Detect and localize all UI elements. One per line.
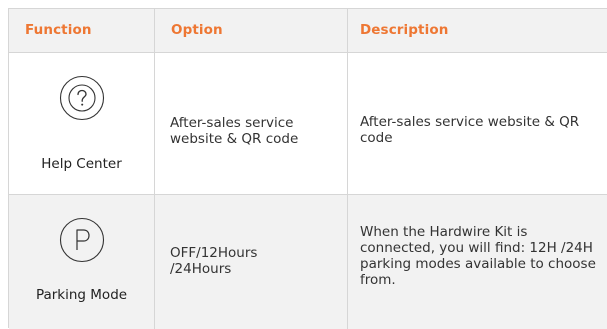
function-label: Help Center [41, 156, 122, 172]
table-header-row: Function Option Description [9, 9, 607, 53]
help-question-icon [59, 75, 104, 121]
function-cell: Help Center [9, 53, 155, 194]
parking-p-icon [59, 217, 104, 263]
header-function: Function [25, 22, 92, 38]
description-cell: When the Hardwire Kit is connected, you … [348, 195, 607, 329]
function-label: Parking Mode [35, 287, 128, 303]
header-cell-function: Function [9, 9, 155, 52]
table-row: Parking Mode OFF/12Hours /24Hours When t… [9, 195, 607, 329]
table-row: Help Center After-sales service website … [9, 53, 607, 195]
settings-table: Function Option Description Help Center … [8, 8, 607, 329]
description-text: When the Hardwire Kit is connected, you … [360, 224, 596, 288]
description-cell: After-sales service website & QR code [348, 53, 607, 194]
function-cell: Parking Mode [9, 195, 155, 329]
header-option: Option [171, 22, 223, 38]
header-description: Description [360, 22, 449, 38]
option-cell: After-sales service website & QR code [155, 53, 348, 194]
option-cell: OFF/12Hours /24Hours [155, 195, 348, 329]
header-cell-option: Option [155, 9, 348, 52]
option-text: OFF/12Hours /24Hours [170, 245, 258, 277]
header-cell-description: Description [348, 9, 607, 52]
option-text: After-sales service website & QR code [170, 115, 299, 147]
description-text: After-sales service website & QR code [360, 114, 580, 146]
